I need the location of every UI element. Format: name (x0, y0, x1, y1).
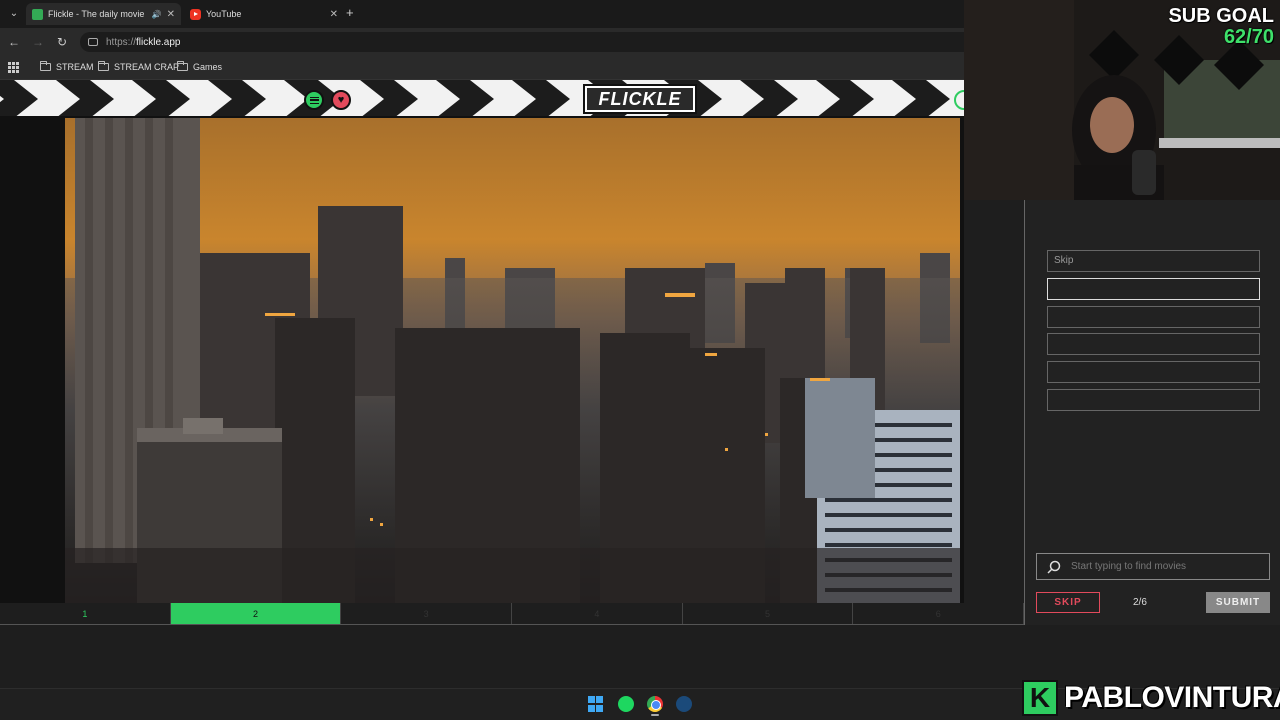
tab-search-chevron-icon[interactable]: ⌄ (6, 6, 22, 22)
bookmark-games[interactable]: Games (177, 61, 223, 72)
guess-row-6 (1047, 389, 1260, 411)
speaker-icon[interactable]: 🔊 (152, 10, 162, 19)
frame-tab-3: 3 (341, 603, 513, 624)
frame-tab-2[interactable]: 2 (170, 603, 342, 624)
guess-row-4 (1047, 333, 1260, 355)
frame-tab-5: 5 (682, 603, 854, 624)
kick-logo: K (1022, 680, 1058, 716)
submit-button[interactable]: SUBMIT (1206, 592, 1270, 613)
guess-row-2 (1047, 278, 1260, 300)
frame-tab-1[interactable]: 1 (0, 603, 171, 624)
menu-button[interactable] (304, 90, 324, 110)
bookmark-label: Games (193, 62, 223, 72)
frame-progress-bar: 1 2 3 4 5 6 (0, 603, 1025, 625)
chevron-stripes (0, 80, 950, 116)
guess-row-1: Skip (1047, 250, 1260, 272)
bookmark-label: STREAM (56, 62, 94, 72)
hamburger-icon (309, 96, 319, 104)
close-tab-icon[interactable]: ✕ (167, 9, 175, 20)
guess-row-3 (1047, 306, 1260, 328)
guess-panel: Skip SKIP 2/6 SUBMIT (1024, 200, 1280, 625)
movie-still-image (65, 118, 960, 604)
close-tab-icon[interactable]: ✕ (330, 9, 338, 20)
browser-toolbar: ← → ↻ https:// flickle.app (0, 28, 964, 56)
guess-row-5 (1047, 361, 1260, 383)
steam-icon[interactable] (676, 696, 692, 712)
bookmark-label: STREAM CRAP (114, 62, 180, 72)
guess-counter: 2/6 (1133, 597, 1147, 608)
folder-icon (40, 61, 51, 71)
flickle-logo: FLICKLE (583, 84, 697, 114)
sub-goal-overlay: SUB GOAL 62/70 (1168, 6, 1274, 48)
bookmark-stream-crap[interactable]: STREAM CRAP (98, 61, 180, 72)
url-host: flickle.app (136, 36, 181, 48)
url-scheme: https:// (106, 36, 137, 48)
sub-goal-label: SUB GOAL (1168, 5, 1274, 27)
site-info-icon[interactable] (88, 38, 98, 46)
movie-search-box[interactable] (1036, 553, 1270, 580)
empty-lower-area (0, 625, 1280, 688)
bookmarks-bar: STREAM STREAM CRAP Games (0, 56, 964, 80)
active-app-indicator (651, 714, 659, 716)
address-bar[interactable]: https:// flickle.app (80, 32, 964, 52)
sub-goal-count: 62/70 (1223, 26, 1274, 48)
clapperboard-header (0, 80, 964, 118)
frame-tab-6: 6 (853, 603, 1025, 624)
frame-tab-4: 4 (512, 603, 683, 624)
chrome-icon[interactable] (647, 696, 663, 712)
tab-title: YouTube (206, 9, 242, 19)
streamer-name: PABLOVINTURA (1064, 681, 1280, 714)
tab-title: Flickle - The daily movie gu (48, 9, 147, 19)
heart-icon: ♥ (337, 93, 345, 106)
back-arrow-icon[interactable]: ← (6, 34, 22, 50)
new-tab-plus-icon[interactable]: + (346, 5, 354, 20)
skip-button[interactable]: SKIP (1036, 592, 1100, 613)
search-icon (1047, 560, 1061, 574)
browser-tab-bar: ⌄ Flickle - The daily movie gu 🔊 ✕ YouTu… (0, 0, 964, 28)
movie-search-input[interactable] (1071, 561, 1261, 572)
webcam-overlay: SUB GOAL 62/70 (964, 0, 1280, 200)
youtube-favicon-icon (190, 8, 201, 20)
support-heart-button[interactable]: ♥ (331, 90, 351, 110)
folder-icon (98, 61, 109, 71)
spotify-icon[interactable] (618, 696, 634, 712)
apps-grid-icon[interactable] (8, 62, 19, 73)
forward-arrow-icon[interactable]: → (30, 34, 46, 50)
reload-icon[interactable]: ↻ (54, 34, 70, 50)
tab-youtube[interactable]: YouTube ✕ (184, 3, 344, 25)
windows-start-icon[interactable] (588, 696, 604, 712)
streamer-branding: K PABLOVINTURA (1022, 680, 1280, 716)
flickle-favicon-icon (32, 8, 43, 20)
folder-icon (177, 61, 188, 71)
tab-flickle[interactable]: Flickle - The daily movie gu 🔊 ✕ (26, 3, 181, 25)
bookmark-stream[interactable]: STREAM (40, 61, 94, 72)
